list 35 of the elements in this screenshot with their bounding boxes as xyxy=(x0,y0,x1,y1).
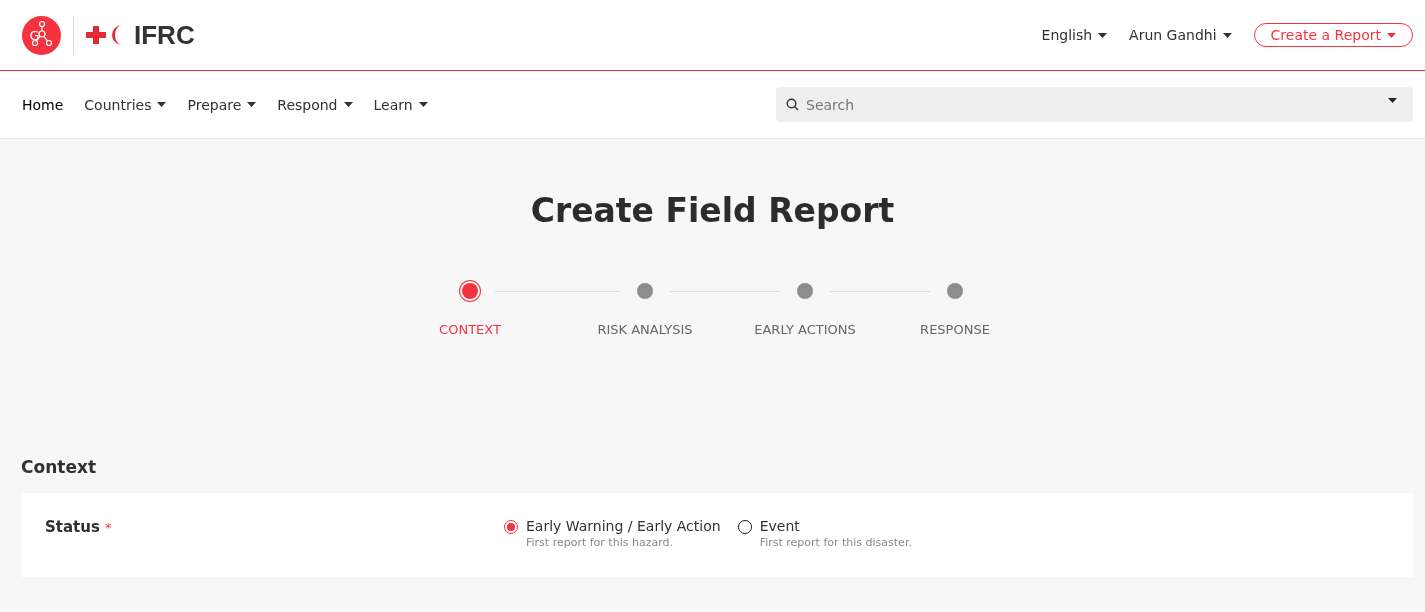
caret-icon xyxy=(418,102,428,107)
step-label[interactable]: RISK ANALYSIS xyxy=(597,322,693,337)
step-label[interactable]: RESPONSE xyxy=(920,322,990,337)
search-field[interactable]: Search xyxy=(776,87,1413,122)
step-label[interactable]: CONTEXT xyxy=(439,322,501,337)
nav-item[interactable]: Prepare xyxy=(187,96,257,113)
nav-item[interactable]: Countries xyxy=(84,96,167,113)
caret-icon xyxy=(343,102,353,107)
step-dot[interactable] xyxy=(797,283,813,299)
caret-icon xyxy=(1387,32,1396,38)
page-title: Create Field Report xyxy=(529,191,896,230)
brand-name: IFRC xyxy=(134,19,195,51)
section-title: Context xyxy=(21,457,97,477)
language-menu[interactable]: English xyxy=(1041,27,1108,43)
step-label[interactable]: EARLY ACTIONS xyxy=(754,322,856,337)
step-dot[interactable] xyxy=(637,283,653,299)
option-hint: First report for this hazard. xyxy=(526,536,674,549)
nav-item[interactable]: Learn xyxy=(373,96,428,113)
caret-icon xyxy=(1222,32,1232,38)
step-dot[interactable] xyxy=(462,283,478,299)
option-hint: First report for this disaster. xyxy=(759,536,912,549)
step-dot[interactable] xyxy=(947,283,963,299)
required-mark: * xyxy=(105,520,112,535)
option-label[interactable]: Early Warning / Early Action xyxy=(526,518,721,534)
caret-icon xyxy=(247,102,257,107)
nav-item[interactable]: Respond xyxy=(277,96,353,113)
field-label: Status xyxy=(45,518,100,536)
caret-icon xyxy=(157,102,167,107)
caret-icon xyxy=(1098,32,1108,38)
search-icon xyxy=(786,98,799,111)
option-label[interactable]: Event xyxy=(759,518,912,534)
user-menu[interactable]: Arun Gandhi xyxy=(1129,27,1232,43)
go-logo[interactable]: G xyxy=(22,15,61,55)
caret-icon xyxy=(1388,98,1397,103)
nav-item[interactable]: Home xyxy=(22,96,64,113)
